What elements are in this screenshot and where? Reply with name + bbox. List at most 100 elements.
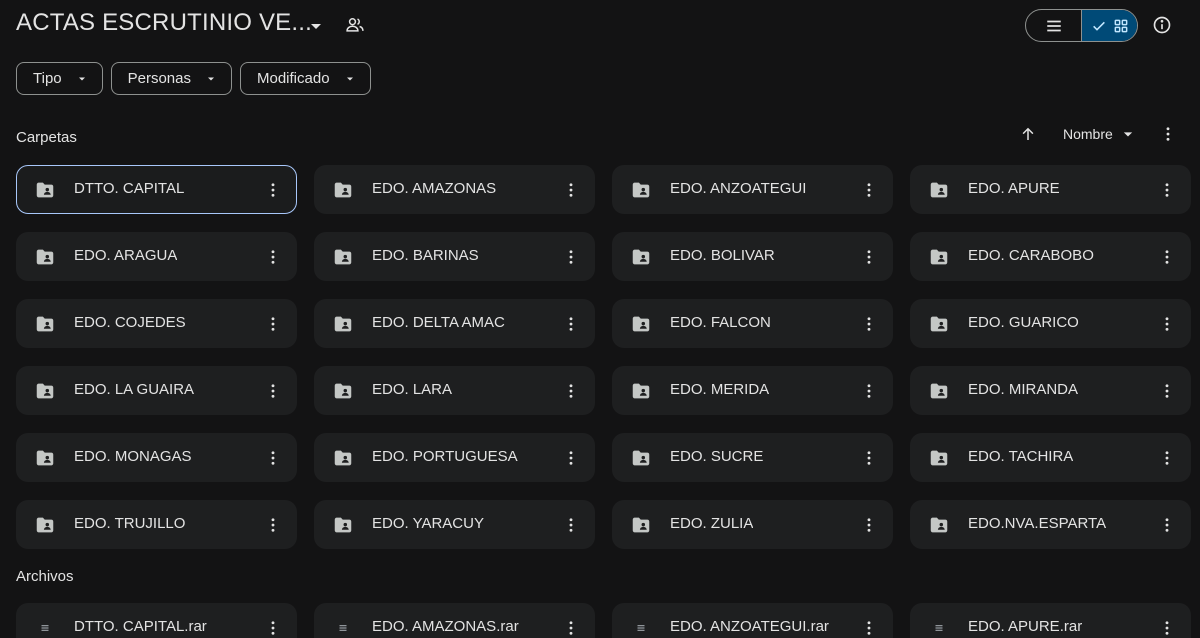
folder-card[interactable]: EDO. MONAGAS [16, 433, 297, 482]
folder-card[interactable]: EDO. FALCON [612, 299, 893, 348]
folder-name: EDO. ANZOATEGUI [670, 180, 807, 197]
more-vert-icon[interactable] [261, 446, 285, 470]
folder-card[interactable]: EDO. SUCRE [612, 433, 893, 482]
folder-card[interactable]: EDO. TACHIRA [910, 433, 1191, 482]
more-vert-icon[interactable] [857, 178, 881, 202]
file-grid: DTTO. CAPITAL.rar EDO. AMAZONAS.rar EDO.… [16, 603, 1191, 638]
more-vert-icon[interactable] [559, 616, 583, 638]
folder-card[interactable]: EDO. ZULIA [612, 500, 893, 549]
more-vert-icon[interactable] [1155, 616, 1179, 638]
more-vert-icon[interactable] [1155, 379, 1179, 403]
more-vert-icon[interactable] [559, 446, 583, 470]
folder-card[interactable]: EDO. ARAGUA [16, 232, 297, 281]
more-vert-icon[interactable] [1155, 178, 1179, 202]
list-view-button[interactable] [1026, 10, 1081, 41]
more-vert-icon[interactable] [1155, 513, 1179, 537]
more-vert-icon[interactable] [559, 178, 583, 202]
more-vert-icon[interactable] [1156, 122, 1180, 146]
filter-chip-modified[interactable]: Modificado [240, 62, 371, 95]
more-vert-icon[interactable] [857, 513, 881, 537]
folder-name: EDO. TRUJILLO [74, 515, 186, 532]
file-card[interactable]: EDO. APURE.rar [910, 603, 1191, 638]
folder-name: EDO. GUARICO [968, 314, 1079, 331]
more-vert-icon[interactable] [1155, 312, 1179, 336]
folder-card[interactable]: EDO. MIRANDA [910, 366, 1191, 415]
more-vert-icon[interactable] [261, 178, 285, 202]
shared-folder-icon [331, 312, 355, 336]
file-name: EDO. ANZOATEGUI.rar [670, 618, 829, 635]
more-vert-icon[interactable] [857, 379, 881, 403]
folder-card[interactable]: EDO. BARINAS [314, 232, 595, 281]
folder-title[interactable]: ACTAS ESCRUTINIO VE... [16, 9, 312, 37]
file-card[interactable]: EDO. AMAZONAS.rar [314, 603, 595, 638]
shared-people-icon[interactable] [343, 13, 367, 37]
more-vert-icon[interactable] [559, 245, 583, 269]
folder-name: EDO. CARABOBO [968, 247, 1094, 264]
folder-name: EDO. MONAGAS [74, 448, 192, 465]
folder-card[interactable]: EDO. PORTUGUESA [314, 433, 595, 482]
shared-folder-icon [33, 312, 57, 336]
filter-chips: Tipo Personas Modificado [16, 62, 371, 95]
more-vert-icon[interactable] [857, 245, 881, 269]
folder-name: EDO. SUCRE [670, 448, 764, 465]
more-vert-icon[interactable] [559, 379, 583, 403]
more-vert-icon[interactable] [261, 245, 285, 269]
top-bar: ACTAS ESCRUTINIO VE... [0, 0, 1200, 52]
more-vert-icon[interactable] [1155, 446, 1179, 470]
arrow-drop-down-icon [78, 77, 85, 80]
folder-name: EDO. LA GUAIRA [74, 381, 195, 398]
list-view-icon [1046, 20, 1061, 31]
more-vert-icon[interactable] [559, 513, 583, 537]
folder-card[interactable]: EDO. ANZOATEGUI [612, 165, 893, 214]
folder-card[interactable]: DTTO. CAPITAL [16, 165, 297, 214]
grid-view-button[interactable] [1081, 10, 1137, 41]
folder-name: EDO. YARACUY [372, 515, 484, 532]
file-card[interactable]: DTTO. CAPITAL.rar [16, 603, 297, 638]
more-vert-icon[interactable] [261, 616, 285, 638]
folder-card[interactable]: EDO. CARABOBO [910, 232, 1191, 281]
arrow-drop-down-icon[interactable] [304, 14, 328, 38]
arrow-drop-down-icon[interactable] [1116, 122, 1140, 146]
more-vert-icon[interactable] [261, 513, 285, 537]
shared-folder-icon [629, 245, 653, 269]
shared-folder-icon [629, 379, 653, 403]
folder-name: EDO. ARAGUA [74, 247, 178, 264]
more-vert-icon[interactable] [1155, 245, 1179, 269]
folder-card[interactable]: EDO. TRUJILLO [16, 500, 297, 549]
folder-card[interactable]: EDO. GUARICO [910, 299, 1191, 348]
folder-name: EDO. AMAZONAS [372, 180, 497, 197]
folder-name: EDO.NVA.ESPARTA [968, 515, 1107, 532]
folder-card[interactable]: EDO. MERIDA [612, 366, 893, 415]
folder-card[interactable]: EDO. APURE [910, 165, 1191, 214]
folder-card[interactable]: EDO. AMAZONAS [314, 165, 595, 214]
archive-file-icon [629, 616, 653, 638]
sort-field-label[interactable]: Nombre [1063, 126, 1113, 142]
more-vert-icon[interactable] [857, 616, 881, 638]
more-vert-icon[interactable] [559, 312, 583, 336]
archive-file-icon [927, 616, 951, 638]
folder-card[interactable]: EDO. LA GUAIRA [16, 366, 297, 415]
info-icon[interactable] [1150, 13, 1174, 37]
folder-name: EDO. LARA [372, 381, 453, 398]
filter-chip-people[interactable]: Personas [110, 62, 232, 95]
folder-card[interactable]: EDO.NVA.ESPARTA [910, 500, 1191, 549]
folder-name: DTTO. CAPITAL [74, 180, 185, 197]
more-vert-icon[interactable] [857, 312, 881, 336]
folder-card[interactable]: EDO. YARACUY [314, 500, 595, 549]
folder-grid: DTTO. CAPITAL EDO. AMAZONAS EDO. ANZOATE… [16, 165, 1191, 549]
folder-name: EDO. TACHIRA [968, 448, 1074, 465]
folder-card[interactable]: EDO. COJEDES [16, 299, 297, 348]
file-card[interactable]: EDO. ANZOATEGUI.rar [612, 603, 893, 638]
folder-card[interactable]: EDO. BOLIVAR [612, 232, 893, 281]
folder-card[interactable]: EDO. DELTA AMAC [314, 299, 595, 348]
more-vert-icon[interactable] [261, 379, 285, 403]
sort-direction-arrow-up-icon[interactable] [1016, 122, 1040, 146]
filter-chip-type[interactable]: Tipo [16, 62, 103, 95]
folder-card[interactable]: EDO. LARA [314, 366, 595, 415]
shared-folder-icon [927, 379, 951, 403]
folder-name: EDO. ZULIA [670, 515, 754, 532]
folders-section-label: Carpetas [16, 129, 77, 146]
more-vert-icon[interactable] [261, 312, 285, 336]
more-vert-icon[interactable] [857, 446, 881, 470]
shared-folder-icon [331, 446, 355, 470]
